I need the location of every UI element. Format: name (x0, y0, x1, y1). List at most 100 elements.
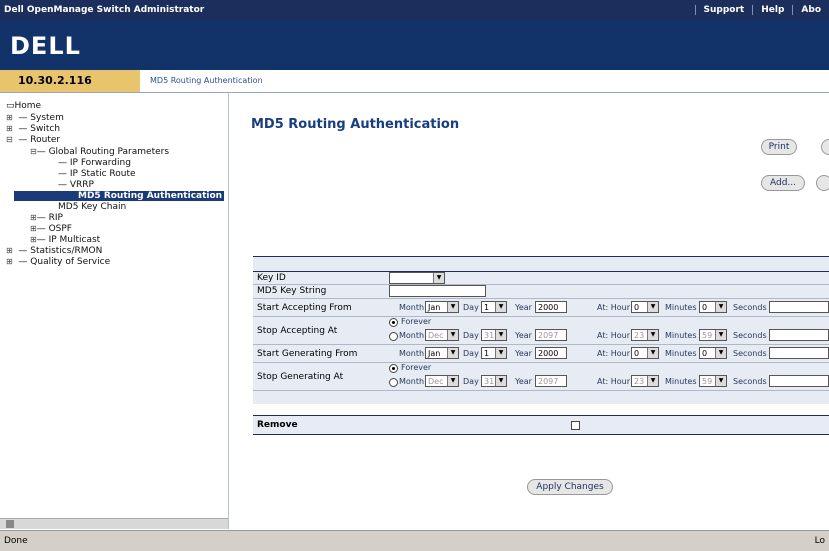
show-all-button[interactable] (816, 175, 829, 191)
key-string-input[interactable] (389, 285, 486, 297)
refresh-button[interactable] (821, 139, 829, 155)
stop-gen-hour-select[interactable]: 23 ▼ (631, 375, 659, 387)
top-links: Support Help Abo (694, 5, 829, 15)
key-string-label: MD5 Key String (257, 286, 327, 296)
year-label: Year (515, 349, 532, 358)
start-accept-minutes-select[interactable]: 0 ▼ (699, 301, 727, 313)
stop-gen-day-select[interactable]: 31 ▼ (481, 375, 507, 387)
chevron-down-icon: ▼ (447, 376, 458, 386)
stop-generating-row: Stop Generating At Forever Month Dec ▼ Da… (253, 362, 829, 391)
seconds-label: Seconds (733, 349, 767, 358)
stop-gen-seconds-select[interactable] (769, 375, 829, 387)
zone-text: Lo (814, 536, 825, 546)
support-link[interactable]: Support (694, 5, 753, 15)
forever-label: Forever (401, 317, 432, 326)
expand-icon[interactable]: ⊞ (6, 113, 13, 122)
start-gen-minutes-select[interactable]: 0 ▼ (699, 347, 727, 359)
month-label: Month (399, 349, 425, 358)
scroll-thumb[interactable] (6, 520, 14, 528)
stop-gen-minutes-select[interactable]: 59 ▼ (699, 375, 727, 387)
tree-switch[interactable]: ⊞ — Switch (6, 124, 60, 134)
tree-qos[interactable]: ⊞ — Quality of Service (6, 257, 110, 267)
expand-icon[interactable]: ⊞ (30, 235, 37, 244)
computer-icon: ▭ (6, 101, 15, 111)
chevron-down-icon: ▼ (447, 348, 458, 358)
chevron-down-icon: ▼ (647, 376, 658, 386)
start-gen-hour-select[interactable]: 0 ▼ (631, 347, 659, 359)
expand-icon[interactable]: ⊞ (6, 124, 13, 133)
key-id-select[interactable]: ▼ (389, 272, 445, 284)
print-button[interactable]: Print (761, 139, 797, 155)
start-accept-day-select[interactable]: 1 ▼ (481, 301, 507, 313)
breadcrumb: MD5 Routing Authentication (150, 76, 263, 85)
tree-horizontal-scrollbar[interactable] (0, 518, 228, 529)
tree-md5-key-chain[interactable]: MD5 Key Chain (58, 202, 126, 212)
start-accept-hour-select[interactable]: 0 ▼ (631, 301, 659, 313)
minutes-label: Minutes (665, 331, 697, 340)
chevron-down-icon: ▼ (495, 330, 506, 340)
stop-accept-year-input[interactable]: 2097 (535, 329, 567, 341)
expand-icon[interactable]: ⊞ (6, 246, 13, 255)
expand-icon[interactable]: ⊞ (30, 213, 37, 222)
tree-ip-multicast[interactable]: ⊞— IP Multicast (30, 235, 100, 245)
start-gen-seconds-select[interactable] (769, 347, 829, 359)
navigation-tree: ▭Home ⊞ — System ⊞ — Switch ⊟ — Router ⊟… (0, 93, 229, 529)
chevron-down-icon: ▼ (495, 302, 506, 312)
start-gen-month-select[interactable]: Jan ▼ (425, 347, 459, 359)
stop-gen-forever-radio[interactable] (389, 364, 398, 373)
tree-md5-auth[interactable]: MD5 Routing Authentication (14, 191, 224, 201)
stop-gen-date-radio[interactable] (389, 378, 398, 387)
tree-ospf[interactable]: ⊞— OSPF (30, 224, 72, 234)
forever-label: Forever (401, 363, 432, 372)
apply-changes-button[interactable]: Apply Changes (527, 479, 613, 495)
tree-ip-static-route[interactable]: — IP Static Route (58, 169, 136, 179)
expand-icon[interactable]: ⊞ (30, 224, 37, 233)
tree-rip[interactable]: ⊞— RIP (30, 213, 63, 223)
stop-gen-year-input[interactable]: 2097 (535, 375, 567, 387)
tree-global-routing[interactable]: ⊟— Global Routing Parameters (30, 147, 169, 157)
start-accept-month-select[interactable]: Jan ▼ (425, 301, 459, 313)
stop-accept-minutes-select[interactable]: 59 ▼ (699, 329, 727, 341)
add-button[interactable]: Add... (761, 175, 805, 191)
month-label: Month (399, 377, 425, 386)
chevron-down-icon: ▼ (647, 302, 658, 312)
stop-accept-hour-select[interactable]: 23 ▼ (631, 329, 659, 341)
about-link[interactable]: Abo (792, 5, 829, 15)
start-gen-day-select[interactable]: 1 ▼ (481, 347, 507, 359)
start-accept-seconds-select[interactable] (769, 301, 829, 313)
tree-system[interactable]: ⊞ — System (6, 113, 64, 123)
stop-accept-seconds-select[interactable] (769, 329, 829, 341)
key-id-label: Key ID (257, 273, 286, 283)
stop-gen-month-select[interactable]: Dec ▼ (425, 375, 459, 387)
stop-accept-date-radio[interactable] (389, 332, 398, 341)
dell-logo: DELL (10, 32, 81, 60)
tree-router[interactable]: ⊟ — Router (6, 135, 60, 145)
stop-accepting-row: Stop Accepting At Forever Month Dec ▼ Day… (253, 316, 829, 345)
collapse-icon[interactable]: ⊟ (30, 147, 37, 156)
tree-home[interactable]: ▭Home (6, 101, 41, 111)
title-bar: Dell OpenManage Switch Administrator Sup… (0, 0, 829, 20)
chevron-down-icon: ▼ (715, 330, 726, 340)
start-gen-year-input[interactable]: 2000 (535, 347, 567, 359)
start-accept-year-input[interactable]: 2000 (535, 301, 567, 313)
help-link[interactable]: Help (752, 5, 792, 15)
app-title: Dell OpenManage Switch Administrator (4, 5, 205, 15)
device-ip: 10.30.2.116 (0, 70, 140, 92)
seconds-label: Seconds (733, 377, 767, 386)
tree-vrrp[interactable]: — VRRP (58, 180, 94, 190)
tree-ip-forwarding[interactable]: — IP Forwarding (58, 158, 131, 168)
stop-accept-month-select[interactable]: Dec ▼ (425, 329, 459, 341)
month-label: Month (399, 303, 425, 312)
stop-generating-label: Stop Generating At (257, 372, 344, 382)
day-label: Day (463, 331, 479, 340)
collapse-icon[interactable]: ⊟ (6, 135, 13, 144)
day-label: Day (463, 349, 479, 358)
start-generating-label: Start Generating From (257, 349, 358, 359)
stop-accept-forever-radio[interactable] (389, 318, 398, 327)
stop-accept-day-select[interactable]: 31 ▼ (481, 329, 507, 341)
remove-label: Remove (257, 420, 298, 430)
seconds-label: Seconds (733, 303, 767, 312)
expand-icon[interactable]: ⊞ (6, 257, 13, 266)
remove-checkbox[interactable] (571, 421, 580, 430)
tree-statistics[interactable]: ⊞ — Statistics/RMON (6, 246, 102, 256)
